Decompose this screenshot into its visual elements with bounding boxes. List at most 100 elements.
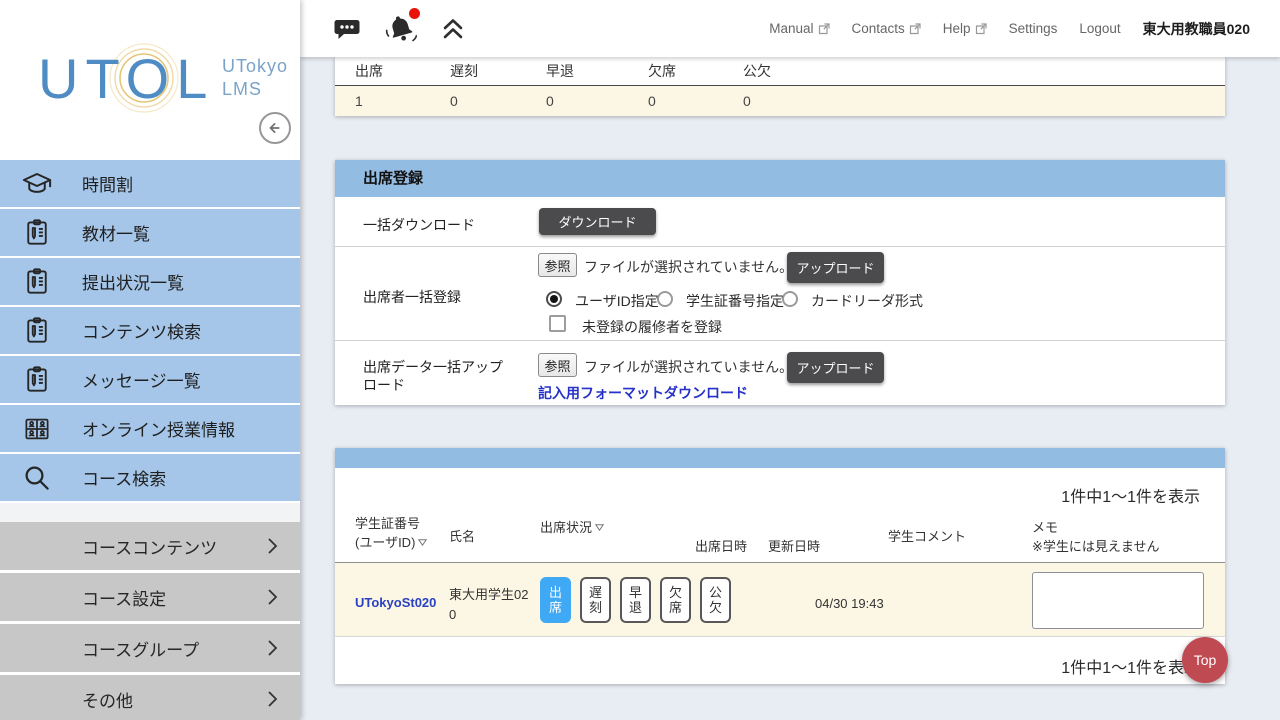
summary-data-row: 1 0 0 0 0 — [335, 86, 1225, 116]
sidebar-item-label: 時間割 — [82, 171, 133, 196]
student-name: 東大用学生020 — [449, 585, 533, 624]
student-attendance-table: 1件中1〜1件を表示 学生証番号 (ユーザID) 氏名 出席状況 出席日時 更新… — [335, 448, 1225, 684]
row-divider — [335, 340, 1225, 341]
logout-link[interactable]: Logout — [1079, 21, 1120, 36]
topbar-icons — [300, 12, 465, 46]
summary-col-late: 遅刻 — [450, 61, 546, 81]
radio-user-id[interactable] — [546, 291, 562, 307]
summary-col-early: 早退 — [546, 61, 648, 81]
chevron-right-icon — [267, 537, 278, 555]
no-file-selected-text: ファイルが選択されていません。 — [584, 357, 793, 377]
external-link-icon — [909, 23, 921, 35]
browse-file-button[interactable]: 参照 — [538, 353, 577, 377]
sidebar-item-content-search[interactable]: コンテンツ検索 — [0, 307, 300, 354]
radio-student-number[interactable] — [657, 291, 673, 307]
sidebar-item-label: コースグループ — [82, 636, 199, 661]
sidebar-item-label: コース検索 — [82, 465, 166, 490]
topbar-links: Manual Contacts Help Settings Logout 東大用… — [769, 19, 1280, 39]
column-header-update-time: 更新日時 — [768, 538, 820, 557]
column-header-line: ※学生には見えません — [1032, 538, 1160, 557]
logo-area: UTOL UTokyo LMS — [0, 0, 300, 160]
column-header-line: 出席状況 — [540, 520, 592, 535]
download-button[interactable]: ダウンロード — [539, 208, 656, 235]
sidebar-item-course-contents[interactable]: コースコンテンツ — [0, 522, 300, 570]
status-absent-button[interactable]: 欠席 — [660, 577, 691, 623]
updated-timestamp: 04/30 19:43 — [815, 596, 884, 611]
sidebar-item-online-class-info[interactable]: オンライン授業情報 — [0, 405, 300, 452]
sidebar-item-label: 提出状況一覧 — [82, 269, 184, 294]
manual-link-label: Manual — [769, 21, 813, 36]
sidebar-item-label: コースコンテンツ — [82, 534, 217, 559]
external-link-icon — [975, 23, 987, 35]
notification-badge — [409, 8, 420, 19]
radio-student-number-label: 学生証番号指定 — [686, 291, 784, 311]
column-header-student-id[interactable]: 学生証番号 (ユーザID) — [355, 515, 427, 553]
upload-button[interactable]: アップロード — [787, 252, 884, 283]
radio-card-reader[interactable] — [782, 291, 798, 307]
sidebar-item-course-group[interactable]: コースグループ — [0, 624, 300, 672]
manual-link[interactable]: Manual — [769, 21, 829, 36]
people-grid-icon — [22, 414, 52, 444]
current-user-name: 東大用教職員020 — [1143, 19, 1250, 39]
document-icon — [22, 365, 52, 395]
result-count-text: 1件中1〜1件を表示 — [1061, 483, 1200, 507]
status-excused-button[interactable]: 公欠 — [700, 577, 731, 623]
student-id-link[interactable]: UTokyoSt020 — [355, 595, 436, 610]
attendance-summary-table: 出席 遅刻 早退 欠席 公欠 1 0 0 0 0 — [335, 57, 1225, 116]
register-unenrolled-checkbox[interactable] — [549, 315, 566, 332]
sidebar-item-submission-status[interactable]: 提出状況一覧 — [0, 258, 300, 305]
utol-logo-icon: UTOL — [36, 38, 251, 118]
sidebar-item-course-settings[interactable]: コース設定 — [0, 573, 300, 621]
status-attend-button[interactable]: 出席 — [540, 577, 571, 623]
format-download-link[interactable]: 記入用フォーマットダウンロード — [538, 383, 748, 403]
main-content: 出席 遅刻 早退 欠席 公欠 1 0 0 0 0 出席登録 一括ダウンロード ダ… — [300, 57, 1280, 720]
sort-icon — [595, 524, 604, 531]
sidebar-item-others[interactable]: その他 — [0, 675, 300, 720]
notifications-button[interactable] — [385, 12, 417, 46]
sidebar-item-course-search[interactable]: コース検索 — [0, 454, 300, 501]
logo-subtitle-line1: UTokyo — [222, 55, 288, 78]
data-bulk-upload-label: 出席データ一括アップロード — [363, 359, 503, 394]
status-early-leave-button[interactable]: 早退 — [620, 577, 651, 623]
summary-col-excused: 公欠 — [743, 61, 771, 81]
document-icon — [22, 316, 52, 346]
table-header-bar — [335, 448, 1225, 468]
upload-button[interactable]: アップロード — [787, 352, 884, 383]
memo-textarea[interactable] — [1032, 572, 1204, 629]
contacts-link[interactable]: Contacts — [852, 21, 921, 36]
search-icon — [22, 463, 52, 493]
sidebar-item-messages[interactable]: メッセージ一覧 — [0, 356, 300, 403]
settings-link[interactable]: Settings — [1009, 21, 1058, 36]
chevron-right-icon — [267, 690, 278, 708]
external-link-icon — [818, 23, 830, 35]
column-header-line: (ユーザID) — [355, 534, 427, 553]
collapse-header-button[interactable] — [441, 17, 465, 41]
sidebar: UTOL UTokyo LMS 時間割 教材一覧 — [0, 0, 300, 720]
messages-button[interactable] — [333, 15, 361, 43]
browse-file-button[interactable]: 参照 — [538, 253, 577, 277]
register-unenrolled-label: 未登録の履修者を登録 — [582, 317, 722, 337]
column-header-comment: 学生コメント — [888, 528, 966, 547]
sidebar-collapse-button[interactable] — [259, 112, 291, 144]
status-late-button[interactable]: 遅刻 — [580, 577, 611, 623]
logo-subtitle-line2: LMS — [222, 78, 288, 101]
sidebar-item-timetable[interactable]: 時間割 — [0, 160, 300, 207]
column-header-status[interactable]: 出席状況 — [540, 519, 604, 538]
sidebar-item-label: コース設定 — [82, 585, 166, 610]
sidebar-item-label: オンライン授業情報 — [82, 416, 235, 441]
radio-user-id-label: ユーザID指定 — [575, 291, 659, 311]
top-bar: Manual Contacts Help Settings Logout 東大用… — [300, 0, 1280, 57]
column-header-attend-time: 出席日時 — [695, 538, 747, 557]
scroll-to-top-button[interactable]: Top — [1182, 637, 1228, 683]
row-divider — [335, 246, 1225, 247]
contacts-link-label: Contacts — [852, 21, 905, 36]
logo-text: UTOL — [38, 47, 214, 110]
sidebar-item-label: その他 — [82, 687, 133, 712]
radio-card-reader-label: カードリーダ形式 — [811, 291, 923, 311]
sidebar-item-materials[interactable]: 教材一覧 — [0, 209, 300, 256]
summary-val-late: 0 — [450, 93, 546, 109]
help-link[interactable]: Help — [943, 21, 987, 36]
no-file-selected-text: ファイルが選択されていません。 — [584, 257, 793, 277]
settings-link-label: Settings — [1009, 21, 1058, 36]
sidebar-menu: 時間割 教材一覧 提出状況一覧 コンテンツ検索 — [0, 160, 300, 720]
